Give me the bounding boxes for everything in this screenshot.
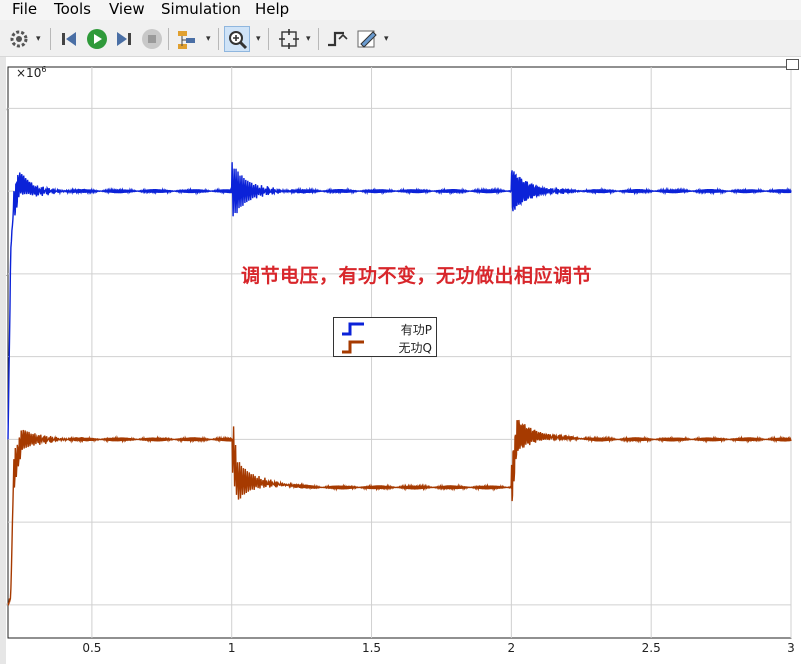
separator (218, 28, 219, 50)
legend-swatch-q (342, 340, 364, 354)
legend-swatch-p (342, 322, 364, 336)
x-tick-label: 2.5 (642, 641, 661, 655)
legend-item-q: 无功Q (334, 338, 438, 356)
separator (50, 28, 51, 50)
menu-view[interactable]: View (109, 0, 145, 19)
chevron-down-icon[interactable]: ▾ (306, 34, 311, 44)
run-icon[interactable] (84, 26, 110, 52)
chevron-down-icon[interactable]: ▾ (384, 34, 389, 44)
x-tick-label: 1.5 (362, 641, 381, 655)
x-tick-label: 1 (228, 641, 236, 655)
plot-canvas[interactable]: 0.511.522.530123456 (0, 57, 801, 664)
x-tick-label: 0.5 (82, 641, 101, 655)
x-tick-label: 2 (508, 641, 516, 655)
menu-help[interactable]: Help (255, 0, 289, 19)
style-icon[interactable] (354, 26, 380, 52)
separator (268, 28, 269, 50)
gear-icon[interactable] (6, 26, 32, 52)
menu-file[interactable]: File (12, 0, 37, 19)
annotation-text: 调节电压，有功不变，无功做出相应调节 (241, 265, 593, 287)
legend-label-q: 无功Q (398, 341, 432, 355)
legend-item-p: 有功P (334, 320, 438, 338)
step-back-icon[interactable] (56, 26, 82, 52)
legend-label-p: 有功P (400, 323, 432, 337)
trigger-icon[interactable] (324, 26, 350, 52)
scope-plot-area[interactable]: 0.511.522.530123456 ×106 调节电压，有功不变，无功做出相… (0, 57, 801, 664)
exponent-base: ×10 (16, 66, 42, 80)
zoom-in-icon[interactable] (224, 26, 250, 52)
chevron-down-icon[interactable]: ▾ (256, 34, 261, 44)
exponent-power: 6 (41, 65, 47, 74)
stop-icon[interactable] (139, 26, 165, 52)
fit-to-view-icon[interactable] (276, 26, 302, 52)
signal-hierarchy-icon[interactable] (174, 26, 200, 52)
separator (168, 28, 169, 50)
x-tick-label: 3 (787, 641, 795, 655)
chevron-down-icon[interactable]: ▾ (206, 34, 211, 44)
menu-simulation[interactable]: Simulation (161, 0, 241, 19)
y-exponent-label: ×106 (16, 65, 46, 80)
menu-tools[interactable]: Tools (54, 0, 91, 19)
toolbar: ▾ ▾ ▾ ▾ ▾ (0, 22, 801, 57)
left-window-strip (0, 57, 6, 664)
separator (318, 28, 319, 50)
step-forward-icon[interactable] (111, 26, 137, 52)
undock-icon[interactable] (786, 59, 799, 70)
menu-bar: File Tools View Simulation Help (0, 0, 801, 20)
legend[interactable]: 有功P 无功Q (333, 317, 437, 357)
chevron-down-icon[interactable]: ▾ (36, 34, 41, 44)
